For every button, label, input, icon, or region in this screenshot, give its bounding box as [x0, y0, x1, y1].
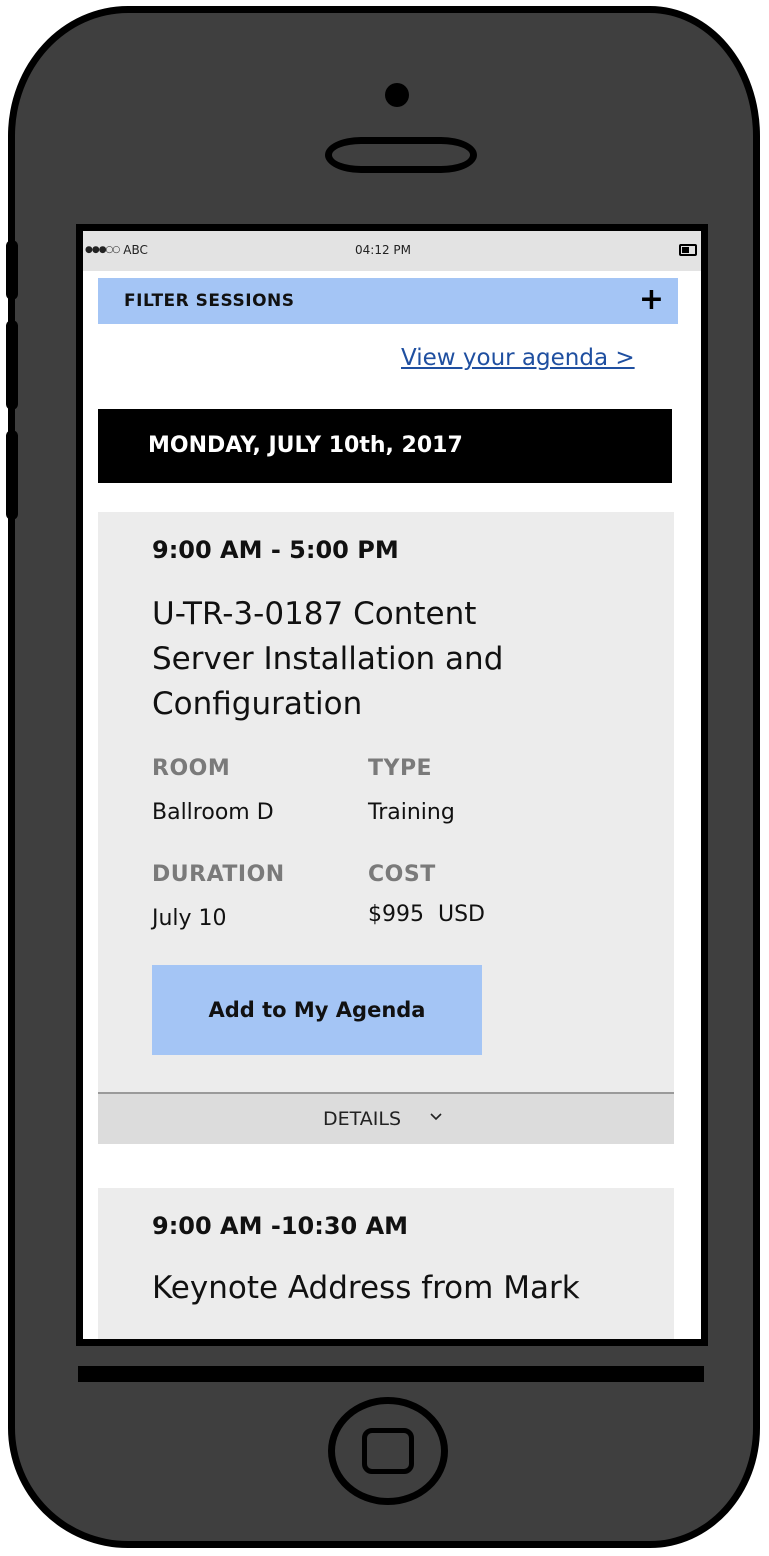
volume-up-button [6, 320, 18, 410]
room-value: Ballroom D [152, 800, 274, 825]
add-to-agenda-button[interactable]: Add to My Agenda [152, 965, 482, 1055]
status-left: ●●●○○ ABC [85, 243, 148, 257]
home-button[interactable] [328, 1397, 448, 1505]
status-time: 04:12 PM [355, 243, 411, 257]
session-title-line: U-TR-3-0187 Content [152, 596, 477, 632]
duration-label: DURATION [152, 862, 285, 887]
day-header: MONDAY, JULY 10th, 2017 [98, 409, 672, 483]
plus-icon[interactable]: + [639, 282, 664, 318]
session-time: 9:00 AM -10:30 AM [152, 1212, 409, 1240]
volume-down-button [6, 430, 18, 520]
battery-icon [679, 244, 697, 256]
home-square-icon [362, 1428, 414, 1474]
type-label: TYPE [368, 756, 433, 781]
mute-switch [6, 240, 18, 300]
filter-sessions-label: FILTER SESSIONS [124, 291, 295, 311]
filter-sessions-bar[interactable]: FILTER SESSIONS + [98, 278, 678, 324]
session-card: 9:00 AM - 5:00 PM U-TR-3-0187 Content Se… [98, 512, 674, 1092]
cost-label: COST [368, 862, 436, 887]
carrier-name: ABC [123, 243, 148, 257]
cost-value: $995 USD [368, 902, 485, 927]
details-label: DETAILS [323, 1108, 402, 1130]
session-card: 9:00 AM -10:30 AM Keynote Address from M… [98, 1188, 674, 1339]
session-title-line: Server Installation and [152, 641, 504, 677]
home-bar [78, 1366, 704, 1382]
session-title-line: Keynote Address from Mark [152, 1270, 580, 1306]
phone-screen: ●●●○○ ABC 04:12 PM FILTER SESSIONS + Vie… [76, 224, 708, 1346]
camera-icon [385, 83, 409, 107]
session-title-line: Configuration [152, 686, 363, 722]
session-time: 9:00 AM - 5:00 PM [152, 536, 399, 564]
duration-value: July 10 [152, 906, 227, 931]
room-label: ROOM [152, 756, 231, 781]
type-value: Training [368, 800, 455, 825]
session-title: U-TR-3-0187 Content Server Installation … [152, 592, 652, 727]
details-toggle[interactable]: DETAILS [98, 1092, 674, 1144]
day-title: MONDAY, JULY 10th, 2017 [148, 433, 463, 458]
view-agenda-link[interactable]: View your agenda > [401, 345, 635, 371]
status-bar: ●●●○○ ABC 04:12 PM [83, 231, 701, 271]
chevron-down-icon [430, 1113, 442, 1121]
signal-dots-icon: ●●●○○ [85, 245, 120, 255]
speaker-icon [325, 137, 477, 173]
session-title: Keynote Address from Mark [152, 1266, 692, 1311]
